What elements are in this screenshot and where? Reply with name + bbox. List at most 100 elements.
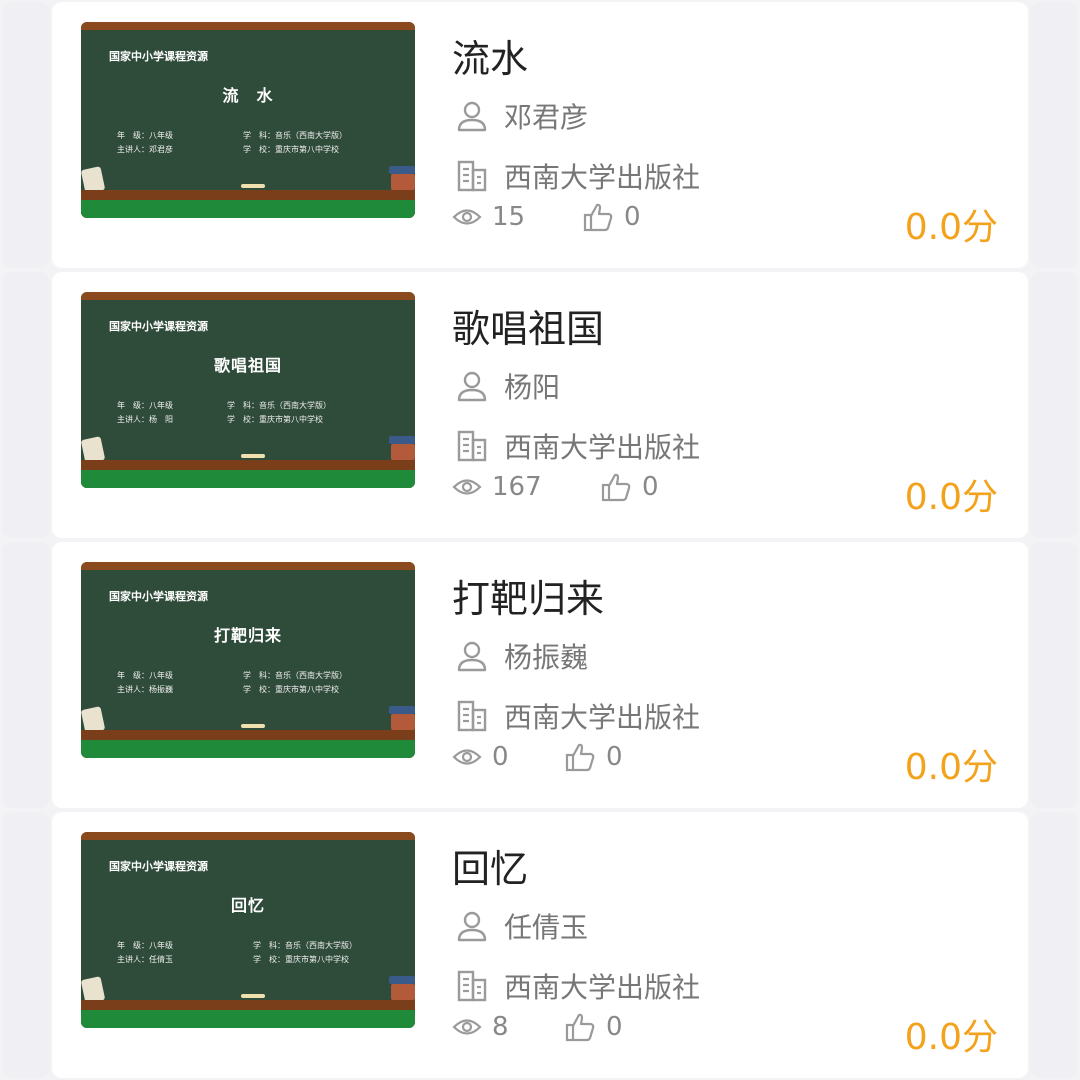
likes-count: 0 [606, 742, 623, 772]
board-brand: 国家中小学课程资源 [109, 50, 208, 63]
board-grade: 年 级：八年级 [117, 401, 173, 410]
likes-stat[interactable]: 0 [564, 1011, 623, 1043]
board-school: 学 校：重庆市第八中学校 [243, 145, 339, 154]
books-decoration [391, 174, 415, 190]
course-card[interactable]: 国家中小学课程资源 打靶归来 年 级：八年级 学 科：音乐（西南大学版） 主讲人… [52, 542, 1028, 808]
books-decoration [391, 444, 415, 460]
board-grade: 年 级：八年级 [117, 671, 173, 680]
thumbs-up-icon [601, 473, 631, 502]
course-thumbnail[interactable]: 国家中小学课程资源 打靶归来 年 级：八年级 学 科：音乐（西南大学版） 主讲人… [81, 562, 415, 758]
publisher-name: 西南大学出版社 [504, 161, 701, 194]
board-brand: 国家中小学课程资源 [109, 860, 208, 873]
publisher-name: 西南大学出版社 [504, 431, 701, 464]
board-teacher: 主讲人：杨 阳 [117, 415, 173, 424]
board-teacher: 主讲人：任倩玉 [117, 955, 173, 964]
likes-stat[interactable]: 0 [600, 471, 659, 503]
board-teacher: 主讲人：邓君彦 [117, 145, 173, 154]
author-name: 杨阳 [504, 371, 561, 404]
author-row: 杨振巍 [452, 636, 588, 676]
thumbs-up-icon [565, 743, 595, 772]
building-icon [452, 156, 492, 196]
publisher-row: 西南大学出版社 [452, 156, 700, 196]
views-stat: 8 [452, 1012, 564, 1042]
board-school: 学 校：重庆市第八中学校 [253, 955, 349, 964]
author-name: 任倩玉 [504, 911, 589, 944]
board-subject: 学 科：音乐（西南大学版） [227, 401, 331, 410]
board-frame [81, 292, 415, 300]
likes-count: 0 [606, 1012, 623, 1042]
likes-count: 0 [642, 472, 659, 502]
board-brand: 国家中小学课程资源 [109, 590, 208, 603]
likes-stat[interactable]: 0 [564, 741, 623, 773]
views-count: 167 [492, 472, 542, 502]
eye-icon [452, 749, 482, 765]
chalk-decoration [241, 724, 265, 728]
course-thumbnail[interactable]: 国家中小学课程资源 回忆 年 级：八年级 学 科：音乐（西南大学版） 主讲人：任… [81, 832, 415, 1028]
side-card-right [1030, 542, 1078, 808]
side-card-left [2, 272, 50, 538]
author-row: 任倩玉 [452, 906, 588, 946]
course-thumbnail[interactable]: 国家中小学课程资源 歌唱祖国 年 级：八年级 学 科：音乐（西南大学版） 主讲人… [81, 292, 415, 488]
author-row: 邓君彦 [452, 96, 588, 136]
books-decoration [389, 976, 415, 984]
building-icon [452, 426, 492, 466]
person-icon [452, 96, 492, 136]
books-decoration [389, 436, 415, 444]
board-ledge [81, 460, 415, 470]
publisher-row: 西南大学出版社 [452, 426, 700, 466]
side-card-right [1030, 272, 1078, 538]
board-subject: 学 科：音乐（西南大学版） [253, 941, 357, 950]
board-brand: 国家中小学课程资源 [109, 320, 208, 333]
views-stat: 0 [452, 742, 564, 772]
likes-stat[interactable]: 0 [582, 201, 641, 233]
author-row: 杨阳 [452, 366, 560, 406]
course-title[interactable]: 打靶归来 [452, 568, 604, 623]
course-card[interactable]: 国家中小学课程资源 回忆 年 级：八年级 学 科：音乐（西南大学版） 主讲人：任… [52, 812, 1028, 1078]
likes-count: 0 [624, 202, 641, 232]
score-value: 0.0分 [904, 1017, 998, 1058]
chalk-decoration [241, 994, 265, 998]
board-ledge [81, 190, 415, 200]
building-icon [452, 966, 492, 1006]
publisher-row: 西南大学出版社 [452, 966, 700, 1006]
eye-icon [452, 479, 482, 495]
side-card-left [2, 812, 50, 1078]
thumbs-up-icon [583, 203, 613, 232]
eye-icon [452, 209, 482, 225]
views-count: 15 [492, 202, 526, 232]
board-grade: 年 级：八年级 [117, 941, 173, 950]
board-grass [81, 1010, 415, 1028]
board-title: 打靶归来 [213, 626, 282, 645]
publisher-name: 西南大学出版社 [504, 971, 701, 1004]
course-title[interactable]: 歌唱祖国 [452, 298, 604, 353]
board-grass [81, 740, 415, 758]
board-school: 学 校：重庆市第八中学校 [227, 415, 323, 424]
chalk-decoration [241, 184, 265, 188]
board-grass [81, 200, 415, 218]
books-decoration [389, 166, 415, 174]
person-icon [452, 636, 492, 676]
books-decoration [391, 714, 415, 730]
course-title[interactable]: 流水 [452, 28, 528, 83]
board-teacher: 主讲人：杨振巍 [117, 685, 173, 694]
course-card[interactable]: 国家中小学课程资源 流 水 年 级：八年级 学 科：音乐（西南大学版） 主讲人：… [52, 2, 1028, 268]
course-card[interactable]: 国家中小学课程资源 歌唱祖国 年 级：八年级 学 科：音乐（西南大学版） 主讲人… [52, 272, 1028, 538]
publisher-name: 西南大学出版社 [504, 701, 701, 734]
course-title[interactable]: 回忆 [452, 838, 528, 893]
thumbs-up-icon [565, 1013, 595, 1042]
board-grade: 年 级：八年级 [117, 131, 173, 140]
stats-row: 8 0 [452, 1011, 623, 1043]
board-title: 歌唱祖国 [213, 356, 282, 375]
author-name: 邓君彦 [504, 101, 589, 134]
views-stat: 167 [452, 472, 600, 502]
books-decoration [389, 706, 415, 714]
publisher-row: 西南大学出版社 [452, 696, 700, 736]
board-grass [81, 470, 415, 488]
person-icon [452, 906, 492, 946]
side-card-left [2, 542, 50, 808]
board-ledge [81, 1000, 415, 1010]
side-card-right [1030, 2, 1078, 268]
views-stat: 15 [452, 202, 582, 232]
course-thumbnail[interactable]: 国家中小学课程资源 流 水 年 级：八年级 学 科：音乐（西南大学版） 主讲人：… [81, 22, 415, 218]
person-icon [452, 366, 492, 406]
